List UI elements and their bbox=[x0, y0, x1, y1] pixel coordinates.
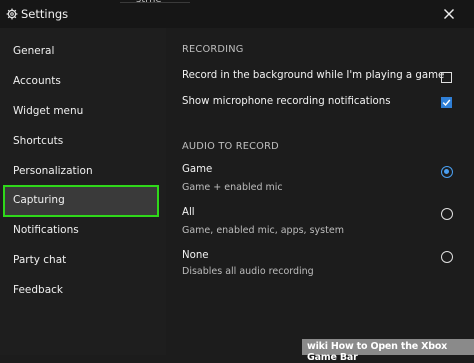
sidebar-item-capturing[interactable]: Capturing bbox=[3, 185, 159, 217]
sidebar-item-feedback[interactable]: Feedback bbox=[0, 275, 166, 305]
audio-option-all-description: Game, enabled mic, apps, system bbox=[182, 225, 344, 236]
sidebar-item-widget-menu[interactable]: Widget menu bbox=[0, 96, 166, 126]
sidebar-item-label: Widget menu bbox=[13, 105, 84, 117]
audio-option-none-description: Disables all audio recording bbox=[182, 266, 314, 277]
audio-option-game-label: Game bbox=[182, 164, 213, 175]
gear-icon bbox=[6, 8, 18, 20]
sidebar-item-notifications[interactable]: Notifications bbox=[0, 215, 166, 245]
sidebar-item-label: Personalization bbox=[13, 165, 93, 177]
record-background-label: Record in the background while I'm playi… bbox=[182, 70, 445, 81]
audio-option-none-label: None bbox=[182, 250, 209, 261]
record-background-checkbox[interactable] bbox=[441, 72, 452, 83]
capturing-settings-panel: RECORDING Record in the background while… bbox=[166, 28, 474, 355]
watermark-caption: How to Open the Xbox Game Bar bbox=[307, 341, 448, 363]
settings-sidebar: General Accounts Widget menu Shortcuts P… bbox=[0, 28, 166, 355]
title-bar: strne Settings bbox=[0, 0, 474, 29]
checkmark-icon bbox=[442, 99, 451, 107]
audio-option-game-radio[interactable] bbox=[441, 166, 453, 178]
settings-window: strne Settings General Accou bbox=[0, 0, 474, 363]
recording-section-header: RECORDING bbox=[182, 44, 244, 55]
mic-notifications-label: Show microphone recording notifications bbox=[182, 96, 391, 107]
clipped-top-text: strne bbox=[136, 0, 162, 5]
audio-option-all-radio[interactable] bbox=[441, 208, 453, 220]
close-icon[interactable] bbox=[440, 5, 458, 23]
sidebar-item-label: Feedback bbox=[13, 284, 64, 296]
watermark-brand: wiki bbox=[307, 341, 328, 352]
sidebar-item-general[interactable]: General bbox=[0, 36, 166, 66]
sidebar-item-label: Capturing bbox=[13, 194, 65, 206]
sidebar-item-label: Shortcuts bbox=[13, 135, 64, 147]
watermark: wiki How to Open the Xbox Game Bar bbox=[307, 341, 474, 363]
sidebar-item-shortcuts[interactable]: Shortcuts bbox=[0, 126, 166, 156]
audio-option-game-description: Game + enabled mic bbox=[182, 182, 283, 193]
sidebar-item-party-chat[interactable]: Party chat bbox=[0, 245, 166, 275]
sidebar-item-accounts[interactable]: Accounts bbox=[0, 66, 166, 96]
sidebar-item-label: General bbox=[13, 45, 55, 57]
audio-option-none-radio[interactable] bbox=[441, 251, 453, 263]
sidebar-item-label: Notifications bbox=[13, 224, 79, 236]
window-title: Settings bbox=[21, 7, 69, 21]
sidebar-item-personalization[interactable]: Personalization bbox=[0, 156, 166, 186]
audio-option-all-label: All bbox=[182, 207, 195, 218]
sidebar-item-label: Party chat bbox=[13, 254, 67, 266]
sidebar-item-label: Accounts bbox=[13, 75, 61, 87]
mic-notifications-checkbox[interactable] bbox=[441, 97, 452, 108]
audio-section-header: AUDIO TO RECORD bbox=[182, 141, 279, 152]
